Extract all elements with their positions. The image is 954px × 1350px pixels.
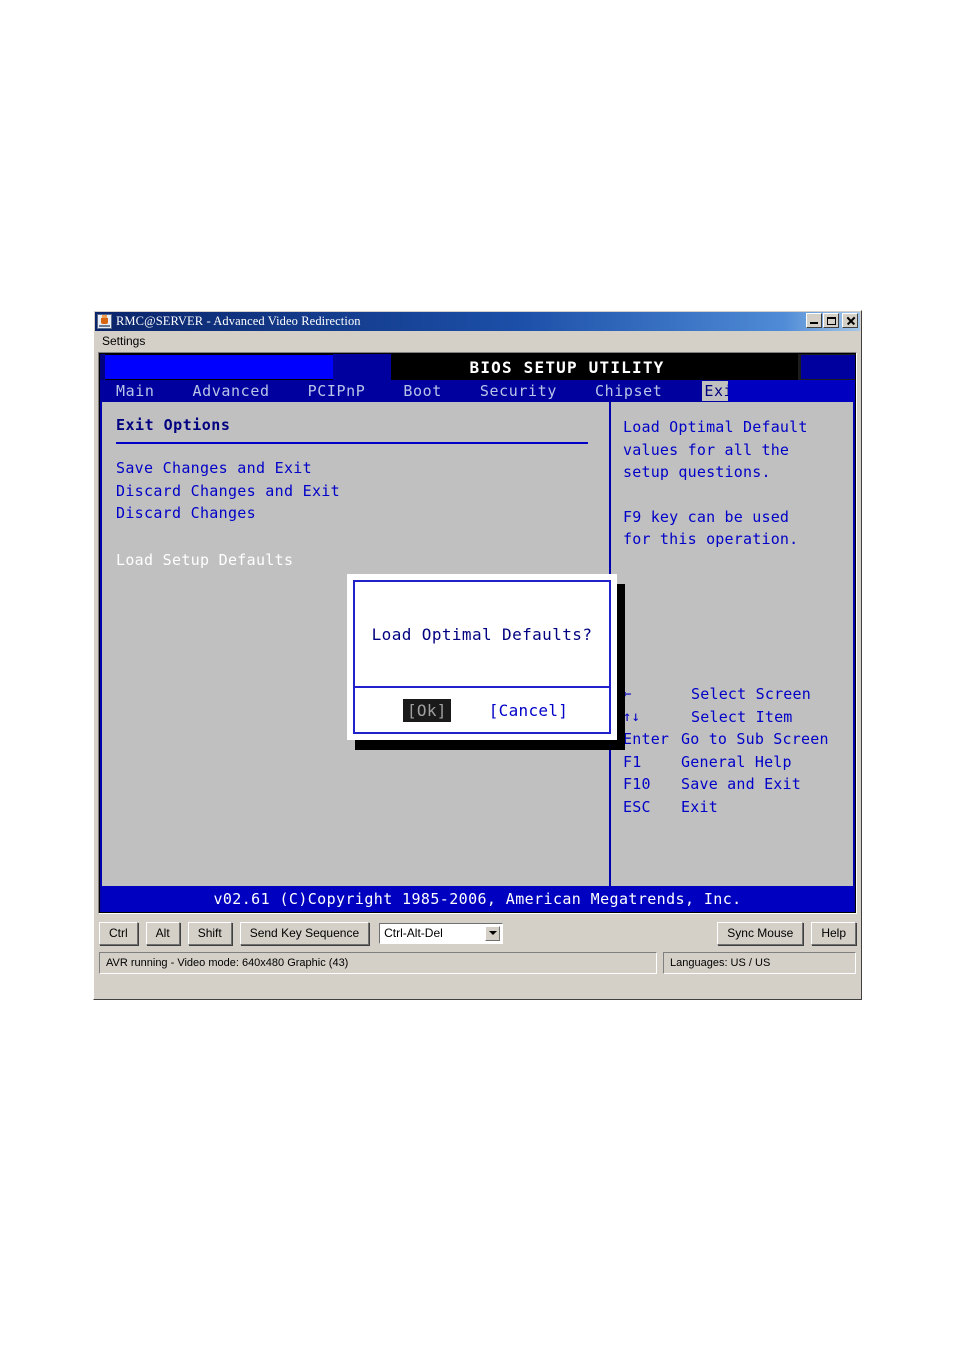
tab-main[interactable]: Main	[116, 382, 155, 400]
load-optimal-defaults-dialog[interactable]: Load Optimal Defaults? [Ok] [Cancel]	[347, 574, 617, 740]
minimize-button[interactable]	[806, 313, 822, 328]
window-title-bar: RMC@SERVER - Advanced Video Redirection	[95, 312, 860, 331]
window-controls	[806, 313, 858, 328]
help-text-line: values for all the	[623, 440, 790, 459]
bios-setup-screen: BIOS SETUP UTILITY Main Advanced PCIPnP …	[100, 354, 855, 912]
ctrl-button[interactable]: Ctrl	[99, 921, 138, 945]
panel-title-rule	[116, 442, 588, 444]
menu-item-load-setup-defaults[interactable]: Load Setup Defaults	[116, 549, 607, 572]
navigation-help-list: ← Select Screen ↑↓ Select Item Enter Go …	[623, 683, 855, 818]
nav-help-row-f10: F10 Save and Exit	[623, 773, 855, 796]
window-title: RMC@SERVER - Advanced Video Redirection	[116, 314, 361, 328]
header-blue-block	[105, 355, 333, 379]
tab-advanced[interactable]: Advanced	[193, 382, 270, 400]
nav-help-label: Select Screen	[691, 685, 811, 703]
menu-item-save-changes-and-exit[interactable]: Save Changes and Exit	[116, 457, 607, 480]
nav-help-key: F10	[623, 775, 651, 793]
dialog-button-row: [Ok] [Cancel]	[355, 688, 609, 732]
key-sequence-select[interactable]: Ctrl-Alt-Del	[379, 922, 504, 944]
header-navy-block-right	[801, 355, 855, 379]
dialog-cancel-button[interactable]: [Cancel]	[489, 701, 568, 720]
key-sequence-value: Ctrl-Alt-Del	[384, 926, 443, 940]
dialog-message-area: Load Optimal Defaults?	[355, 582, 609, 688]
nav-help-key: ESC	[623, 797, 651, 816]
help-text-line: Load Optimal Default	[623, 418, 808, 436]
application-menu-bar: Settings	[95, 332, 860, 350]
shift-button[interactable]: Shift	[187, 921, 232, 945]
bios-copyright-footer: v02.61 (C)Copyright 1985-2006, American …	[100, 886, 855, 912]
menu-item-discard-changes[interactable]: Discard Changes	[116, 502, 607, 525]
nav-help-label: Go to Sub Screen	[681, 730, 829, 748]
maximize-button[interactable]	[823, 313, 839, 328]
nav-help-label: General Help	[681, 752, 792, 771]
left-arrow-icon: ←	[623, 686, 632, 702]
help-spacer	[623, 484, 853, 506]
chevron-down-icon[interactable]	[485, 925, 501, 941]
nav-help-row-f1: F1 General Help	[623, 751, 855, 774]
nav-help-key: F1	[623, 752, 642, 771]
help-text-line: for this operation.	[623, 530, 799, 548]
help-text-line: F9 key can be used	[623, 507, 790, 526]
nav-help-label: Exit	[681, 797, 718, 816]
bios-help-panel: Load Optimal Default values for all the …	[611, 402, 853, 886]
video-redirection-console[interactable]: BIOS SETUP UTILITY Main Advanced PCIPnP …	[98, 352, 857, 914]
bios-menu-tabs: Main Advanced PCIPnP Boot Security Chips…	[100, 380, 855, 402]
toolbar-right-group: Sync Mouse Help	[709, 921, 856, 945]
close-icon[interactable]	[842, 313, 858, 328]
dialog-ok-button[interactable]: [Ok]	[403, 698, 451, 722]
status-avr-running: AVR running - Video mode: 640x480 Graphi…	[99, 952, 657, 974]
avr-application-window: RMC@SERVER - Advanced Video Redirection …	[93, 310, 862, 1000]
sync-mouse-button[interactable]: Sync Mouse	[717, 921, 804, 945]
tab-pcipnp[interactable]: PCIPnP	[308, 382, 366, 400]
header-dark-block	[743, 354, 798, 380]
header-navy-block-left	[333, 354, 391, 380]
nav-help-label: Select Item	[691, 707, 793, 726]
panel-title: Exit Options	[116, 416, 231, 434]
dialog-message: Load Optimal Defaults?	[371, 624, 593, 644]
nav-help-row-enter: Enter Go to Sub Screen	[623, 728, 855, 751]
tab-boot[interactable]: Boot	[403, 382, 442, 400]
nav-help-row-select-item: ↑↓ Select Item	[623, 706, 855, 729]
menu-item-discard-changes-and-exit[interactable]: Discard Changes and Exit	[116, 480, 607, 503]
bios-utility-title: BIOS SETUP UTILITY	[391, 354, 743, 380]
help-text-line: setup questions.	[623, 463, 771, 481]
bios-header-strip: BIOS SETUP UTILITY	[100, 354, 855, 380]
menu-item-settings[interactable]: Settings	[102, 334, 145, 348]
alt-button[interactable]: Alt	[145, 921, 180, 945]
nav-help-key: Enter	[623, 730, 670, 748]
tab-security[interactable]: Security	[480, 382, 557, 400]
java-cup-icon	[97, 314, 112, 329]
bios-content-body: Exit Options Save Changes and Exit Disca…	[100, 402, 855, 886]
status-languages: Languages: US / US	[663, 952, 856, 974]
help-button[interactable]: Help	[811, 921, 856, 945]
tabs-filler	[728, 380, 855, 402]
kvm-toolbar: Ctrl Alt Shift Send Key Sequence Ctrl-Al…	[99, 920, 856, 946]
nav-help-row-select-screen: ← Select Screen	[623, 683, 855, 706]
tab-chipset[interactable]: Chipset	[595, 382, 662, 400]
up-down-arrow-icon: ↑↓	[623, 708, 641, 725]
send-key-sequence-button[interactable]: Send Key Sequence	[239, 921, 370, 945]
nav-help-row-esc: ESC Exit	[623, 796, 855, 819]
nav-help-label: Save and Exit	[681, 775, 801, 793]
status-bar: AVR running - Video mode: 640x480 Graphi…	[99, 952, 856, 974]
